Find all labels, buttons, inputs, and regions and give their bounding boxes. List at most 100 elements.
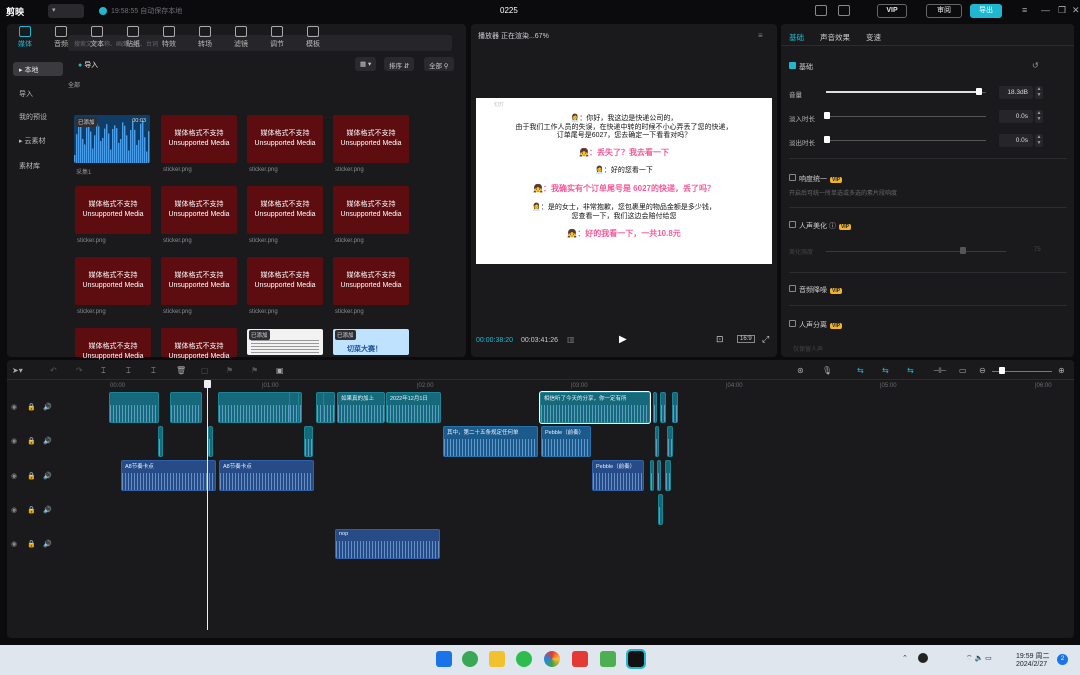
fade-in-value[interactable]: 0.0s: [999, 110, 1033, 123]
tab-text[interactable]: 文本: [80, 26, 114, 49]
caption-icon[interactable]: ▭: [959, 366, 967, 375]
eye-icon[interactable]: ◉: [11, 472, 17, 480]
minimize-icon[interactable]: —: [1041, 5, 1050, 15]
sidebar-item-0[interactable]: ▸ 本地: [13, 62, 63, 76]
eye-icon[interactable]: ◉: [11, 506, 17, 514]
clip-video-fragment[interactable]: [158, 426, 163, 457]
clip-text[interactable]: 其中，第二十五条规定任何单: [443, 426, 538, 457]
file-explorer-icon[interactable]: [489, 651, 505, 667]
unsupported-media-tile[interactable]: 媒体格式不支持 Unsupported Media: [333, 186, 409, 234]
tray-expand-icon[interactable]: ⌃: [902, 654, 908, 662]
import-button[interactable]: ● 导入: [72, 57, 114, 71]
lock-icon[interactable]: 🔒: [27, 403, 36, 411]
sort-button[interactable]: 排序 ⇵: [384, 57, 415, 71]
notification-badge[interactable]: 2: [1057, 654, 1068, 665]
tab-sound-effects[interactable]: 声音效果: [820, 32, 850, 43]
clip-video-fragment[interactable]: [667, 426, 673, 457]
clip-video-fragment[interactable]: [672, 392, 678, 423]
screenshot-icon[interactable]: ⊡: [716, 334, 724, 345]
close-icon[interactable]: ✕: [1072, 5, 1080, 16]
clock-time[interactable]: 19:59 周二: [1016, 651, 1049, 661]
clip-video[interactable]: 如果真的加上: [337, 392, 385, 423]
vocal-separation-checkbox[interactable]: [789, 320, 796, 327]
shortcut-icon[interactable]: [815, 5, 827, 16]
split-left-icon[interactable]: ⌶: [126, 366, 131, 376]
lock-icon[interactable]: 🔒: [27, 506, 36, 514]
clip-video-fragment[interactable]: [289, 392, 299, 423]
tab-effects[interactable]: 特效: [152, 26, 186, 49]
tab-basic[interactable]: 基础: [789, 32, 804, 43]
clip-video-fragment[interactable]: [208, 426, 213, 457]
clip-video[interactable]: [109, 392, 159, 423]
preview-axis-icon[interactable]: ⇆: [907, 366, 914, 375]
clip-text[interactable]: Pebble（前奏）: [541, 426, 591, 457]
capcut-taskbar-icon[interactable]: [626, 649, 646, 669]
tab-adjust[interactable]: 调节: [260, 26, 294, 49]
clip-video-fragment[interactable]: [304, 426, 313, 457]
player-menu-icon[interactable]: ≡: [758, 31, 763, 40]
wechat-icon[interactable]: [516, 651, 532, 667]
marker-icon[interactable]: ⚑: [226, 366, 233, 375]
clip-video[interactable]: [323, 392, 335, 423]
layout-icon[interactable]: [838, 5, 850, 16]
reset-icon[interactable]: ↺: [1032, 61, 1039, 70]
mark-icon[interactable]: ⚑: [251, 366, 258, 375]
sidebar-item-4[interactable]: 素材库: [13, 158, 63, 172]
remote-icon[interactable]: [600, 651, 616, 667]
fade-out-value[interactable]: 0.0s: [999, 134, 1033, 147]
lock-icon[interactable]: 🔒: [27, 472, 36, 480]
sidebar-item-2[interactable]: 我的预设: [13, 109, 63, 123]
fullscreen-icon[interactable]: ⤢: [762, 334, 769, 345]
wifi-icon[interactable]: ⌔ 🔈 ▭: [966, 654, 992, 663]
tab-template[interactable]: 模板: [296, 26, 330, 49]
unsupported-media-tile[interactable]: 媒体格式不支持 Unsupported Media: [247, 257, 323, 305]
vip-button[interactable]: VIP: [877, 4, 907, 18]
zoom-slider-knob[interactable]: [999, 367, 1005, 374]
clip-video-fragment[interactable]: [657, 460, 661, 491]
clip-audio[interactable]: nop: [335, 529, 440, 559]
volume-slider-knob[interactable]: [976, 88, 983, 95]
voice-beauty-knob[interactable]: [960, 247, 966, 254]
loudness-checkbox[interactable]: [789, 174, 796, 181]
clip-audio[interactable]: Pebble（前奏）: [592, 460, 644, 491]
clip-video-fragment[interactable]: [658, 494, 663, 525]
clip-audio[interactable]: A8节奏卡点: [219, 460, 314, 491]
clip-video-fragment[interactable]: [650, 460, 654, 491]
export-button[interactable]: 导出: [970, 4, 1002, 18]
unsupported-media-tile[interactable]: 媒体格式不支持 Unsupported Media: [75, 257, 151, 305]
split-screen-icon[interactable]: ⊣⊢: [933, 366, 947, 375]
unsupported-media-tile[interactable]: 媒体格式不支持 Unsupported Media: [161, 257, 237, 305]
playhead[interactable]: [207, 380, 208, 630]
basic-checkbox[interactable]: [789, 62, 796, 69]
freeze-icon[interactable]: ▢: [201, 366, 209, 375]
unsupported-media-tile[interactable]: 媒体格式不支持 Unsupported Media: [161, 186, 237, 234]
auto-snap-icon[interactable]: ⊛: [797, 366, 804, 375]
link-icon[interactable]: ⇆: [857, 366, 864, 375]
denoise-checkbox[interactable]: [789, 285, 796, 292]
unsupported-media-tile[interactable]: 媒体格式不支持 Unsupported Media: [75, 328, 151, 360]
clip-video[interactable]: 相信听了今天的分享，你一定有所: [539, 391, 651, 424]
sidebar-item-3[interactable]: ▸ 云素材: [13, 133, 63, 147]
eye-icon[interactable]: ◉: [11, 403, 17, 411]
audio-icon[interactable]: 🔊: [43, 540, 52, 548]
fade-out-slider[interactable]: [826, 140, 986, 141]
unsupported-media-tile[interactable]: 媒体格式不支持 Unsupported Media: [161, 115, 237, 163]
clip-video-fragment[interactable]: [653, 392, 657, 423]
clip-video-fragment[interactable]: [655, 426, 659, 457]
zoom-in-icon[interactable]: ⊕: [1058, 366, 1065, 375]
start-icon[interactable]: [436, 651, 452, 667]
redo-icon[interactable]: ↷: [76, 366, 83, 375]
wps-icon[interactable]: [572, 651, 588, 667]
delete-icon[interactable]: 🗑: [176, 366, 186, 375]
clip-video[interactable]: 2022年12月1日: [386, 392, 441, 423]
lock-icon[interactable]: 🔒: [27, 437, 36, 445]
unsupported-media-tile[interactable]: 媒体格式不支持 Unsupported Media: [333, 115, 409, 163]
aspect-ratio-button[interactable]: 16:9: [737, 335, 755, 343]
image-icon[interactable]: ▣: [276, 366, 284, 375]
unsupported-media-tile[interactable]: 媒体格式不支持 Unsupported Media: [333, 257, 409, 305]
fade-out-knob[interactable]: [824, 136, 830, 143]
clip-video[interactable]: [170, 392, 202, 423]
clock-date[interactable]: 2024/2/27: [1016, 661, 1047, 668]
volume-value[interactable]: 18.3dB: [999, 86, 1033, 99]
tab-speed[interactable]: 变速: [866, 32, 881, 43]
